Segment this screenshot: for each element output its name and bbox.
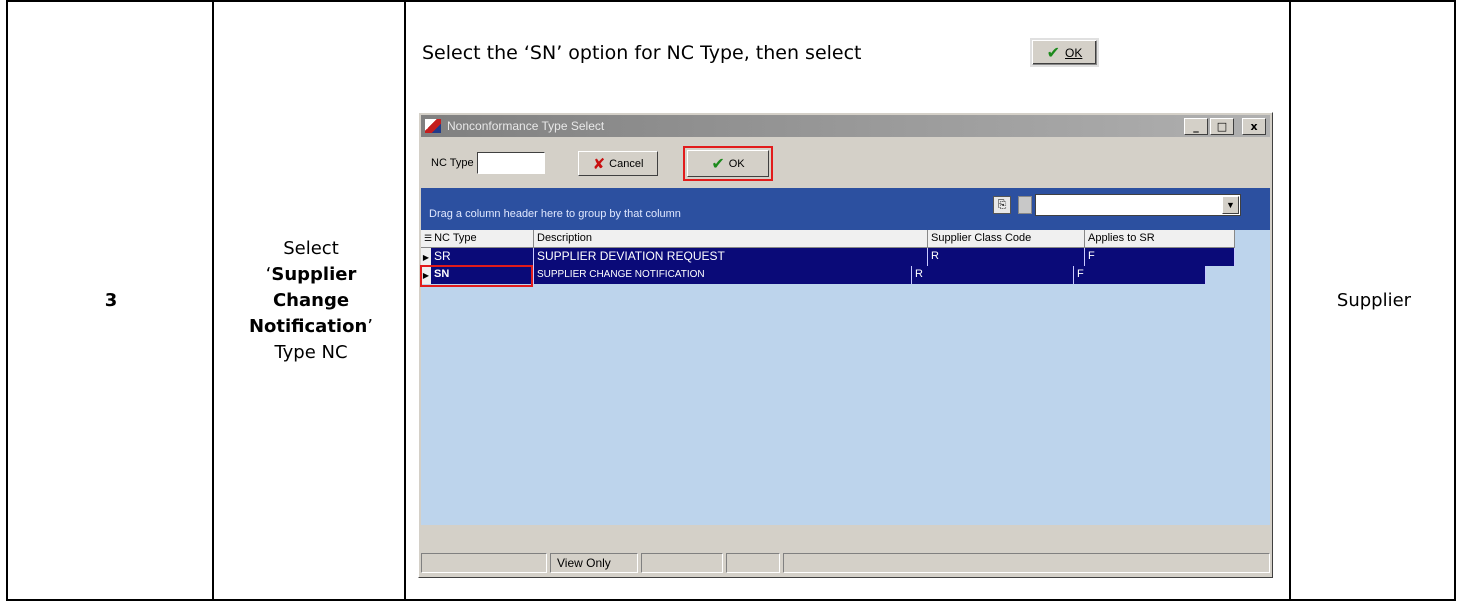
instruction-text: Select the ‘SN’ option for NC Type, then… (422, 42, 862, 64)
responsible-party: Supplier (1336, 290, 1412, 311)
cancel-label: Cancel (609, 157, 644, 170)
status-bar: View Only (421, 553, 1270, 575)
action-line-last: Type NC (274, 341, 348, 363)
column-header-applies-to-sr[interactable]: Applies to SR (1085, 230, 1235, 248)
title-bar[interactable]: Nonconformance Type Select _ □ x (421, 115, 1270, 137)
cancel-button[interactable]: ✘ Cancel (578, 151, 658, 176)
cancel-x-icon: ✘ (592, 154, 606, 173)
dialog-toolbar: NC Type ✘ Cancel ✔ OK (421, 139, 1270, 183)
cell-nc-type: SR (431, 248, 534, 266)
maximize-button[interactable]: □ (1210, 118, 1234, 135)
cell-class-code: R (928, 248, 1085, 266)
column-header-description[interactable]: Description (534, 230, 928, 248)
nc-type-input[interactable] (477, 152, 545, 174)
inline-ok-button-image: ✔ OK (1032, 40, 1097, 65)
copy-icon[interactable]: ⎘ (993, 196, 1011, 214)
ok-checkmark-icon: ✔ (711, 154, 725, 173)
action-bold-3: Notification (248, 315, 368, 337)
cell-description: SUPPLIER CHANGE NOTIFICATION (534, 266, 912, 284)
action-description: Select ‘Supplier Change Notification’ Ty… (216, 2, 406, 599)
quote-close: ’ (367, 315, 374, 337)
status-view-only: View Only (550, 553, 638, 573)
status-cell (421, 553, 547, 573)
cell-applies-sr: F (1085, 248, 1235, 266)
app-icon (425, 119, 441, 133)
action-line-1: Select (283, 237, 339, 259)
row-pointer-icon: ▶ (421, 248, 431, 266)
cell-applies-sr: F (1074, 266, 1206, 284)
chevron-down-icon[interactable]: ▼ (1222, 196, 1239, 214)
column-header-supplier-class-code[interactable]: Supplier Class Code (928, 230, 1085, 248)
step-number: 3 (104, 290, 118, 311)
inline-ok-label: OK (1065, 45, 1083, 60)
action-bold-2: Change (272, 289, 350, 311)
checkmark-icon: ✔ (1046, 43, 1061, 62)
action-bold-1: Supplier (271, 263, 357, 285)
minimize-button[interactable]: _ (1184, 118, 1208, 135)
header-label: NC Type (434, 232, 477, 244)
nonconformance-type-dialog: Nonconformance Type Select _ □ x NC Type… (418, 112, 1273, 578)
nc-type-label: NC Type (431, 157, 474, 169)
grid-menu-icon[interactable]: ☰ (424, 233, 432, 243)
table-row[interactable]: ▶ SN SUPPLIER CHANGE NOTIFICATION R F (421, 266, 1206, 284)
dialog-title: Nonconformance Type Select (447, 119, 605, 133)
status-cell (641, 553, 723, 573)
column-chooser-icon[interactable] (1018, 196, 1032, 214)
results-grid: ☰ NC Type Description Supplier Class Code… (420, 230, 1270, 525)
table-row[interactable]: ▶ SR SUPPLIER DEVIATION REQUEST R F (421, 248, 1235, 266)
ok-button[interactable]: ✔ OK (687, 150, 769, 177)
cell-class-code: R (912, 266, 1074, 284)
sn-row-highlight (420, 265, 533, 287)
column-header-nc-type[interactable]: ☰ NC Type (421, 230, 534, 248)
ok-label: OK (728, 157, 745, 170)
group-by-bar[interactable]: Drag a column header here to group by th… (421, 188, 1270, 230)
cell-description: SUPPLIER DEVIATION REQUEST (534, 248, 928, 266)
group-by-hint: Drag a column header here to group by th… (429, 208, 681, 220)
close-button[interactable]: x (1242, 118, 1266, 135)
status-cell (783, 553, 1270, 573)
layout-combo[interactable]: ▼ (1035, 194, 1241, 216)
column-divider (1289, 2, 1291, 599)
status-cell (726, 553, 780, 573)
